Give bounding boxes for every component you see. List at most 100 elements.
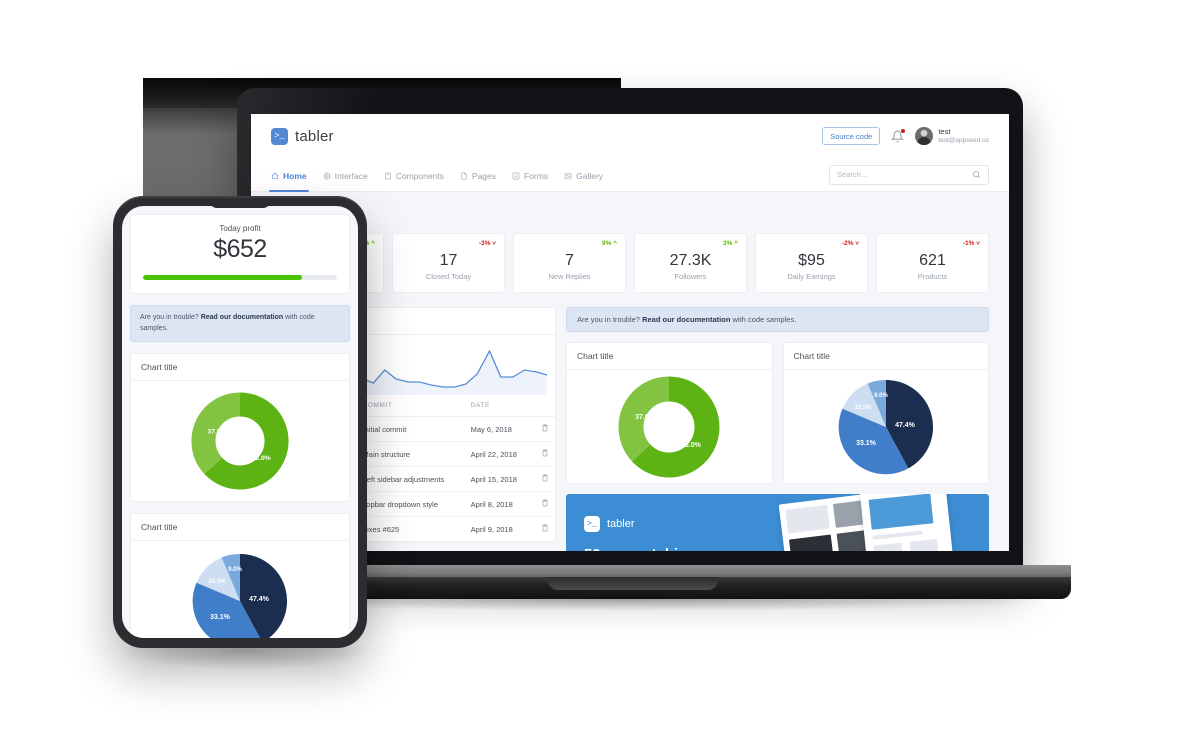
bell-icon[interactable] <box>891 128 906 143</box>
stat-label: Daily Earnings <box>787 272 836 282</box>
search-icon <box>973 171 981 179</box>
brand-label: tabler <box>295 127 334 145</box>
stat-change: -1% ˅ <box>962 240 980 247</box>
nav-item-forms[interactable]: Forms <box>512 158 548 191</box>
col-commit: COMMIT <box>356 395 465 417</box>
phone-pie-chart-svg: 47.4% 33.1% 10.5% 9.0% <box>192 553 288 638</box>
promo-banner[interactable]: >_ tabler 50 eye-catching <box>566 494 989 551</box>
stat-card[interactable]: -1% ˅ 621 Products <box>876 233 989 293</box>
stat-change: 3% ^ <box>722 240 738 247</box>
nav-item-components[interactable]: Components <box>384 158 444 191</box>
stat-card[interactable]: 9% ^ 7 New Replies <box>513 233 626 293</box>
stat-value: $95 <box>798 251 825 269</box>
screenshot-stage: >_ tabler Source code test test@appseed.… <box>0 0 1200 750</box>
copy-icon[interactable] <box>531 416 555 442</box>
brand[interactable]: >_ tabler <box>271 127 334 145</box>
col-date: DATE <box>464 395 532 417</box>
profit-value: $652 <box>213 235 267 263</box>
cell-date: April 15, 2018 <box>464 466 532 492</box>
nav-item-interface[interactable]: Interface <box>323 158 368 191</box>
pie-label-3: 10.5% <box>208 579 226 585</box>
laptop-notch <box>548 577 718 590</box>
stat-value: 7 <box>565 251 574 269</box>
alert-tail: with code samples. <box>732 315 797 324</box>
terminal-icon: >_ <box>271 127 288 145</box>
cell-date: April 9, 2018 <box>464 516 532 542</box>
nav-item-pages[interactable]: Pages <box>460 158 496 191</box>
nav-tabs-list: Home Interface Components Pages Forms Ga… <box>269 158 603 192</box>
stat-change: -3% ˅ <box>478 240 496 247</box>
search-input[interactable]: Search… <box>829 164 989 185</box>
alert-link[interactable]: Read our documentation <box>201 314 283 321</box>
nav-item-label: Pages <box>471 170 497 181</box>
stat-card[interactable]: 3% ^ 27.3K Followers <box>634 233 747 293</box>
progress-bar <box>143 275 337 280</box>
donut-label-minor: 37.0% <box>635 414 656 421</box>
nav-item-label: Interface <box>334 170 368 181</box>
col-actions <box>531 395 555 417</box>
stat-value: 17 <box>439 251 458 269</box>
search-placeholder: Search… <box>837 170 869 179</box>
pie-label-1: 47.4% <box>895 422 916 429</box>
phone-donut-chart: 63.0% 37.0% <box>131 381 349 501</box>
profit-label: Today profit <box>219 224 261 233</box>
stat-card[interactable]: -2% ˅ $95 Daily Earnings <box>755 233 868 293</box>
notification-dot <box>900 128 906 133</box>
phone-donut-chart-card: Chart title 63.0% 37.0% <box>130 353 350 502</box>
stat-change: -2% ˅ <box>841 240 859 247</box>
cell-date: April 8, 2018 <box>464 491 532 517</box>
alert-lead: Are you in trouble? <box>577 315 640 324</box>
chart-cards-row: Chart title 63.0% 37.0% Chart title 47.4… <box>566 342 989 484</box>
stat-change: 9% ^ <box>601 240 617 247</box>
nav-tabs: Home Interface Components Pages Forms Ga… <box>251 158 1009 192</box>
nav-item-gallery[interactable]: Gallery <box>564 158 603 191</box>
copy-icon[interactable] <box>531 466 555 492</box>
stat-value: 27.3K <box>669 251 712 269</box>
stat-label: Followers <box>674 272 707 282</box>
nav-item-label: Components <box>395 170 444 181</box>
cell-date: April 22, 2018 <box>464 441 532 467</box>
cell-commit: Initial commit <box>356 416 465 442</box>
user-name: test <box>938 126 951 136</box>
stat-label: Closed Today <box>425 272 472 282</box>
alert-link[interactable]: Read our documentation <box>642 315 730 324</box>
card-title: Chart title <box>131 514 349 541</box>
copy-icon[interactable] <box>531 441 555 467</box>
pie-label-1: 47.4% <box>249 596 270 603</box>
copy-icon[interactable] <box>531 491 555 517</box>
navbar: >_ tabler Source code test test@appseed.… <box>251 114 1009 158</box>
phone-screen: Today profit $652 Are you in trouble? Re… <box>122 206 358 638</box>
documentation-alert: Are you in trouble? Read our documentati… <box>566 307 989 332</box>
card-title: Chart title <box>131 354 349 381</box>
phone-pie-chart-card: Chart title 47.4% 33.1% 10.5% 9.0% <box>130 513 350 638</box>
progress-bar-fill <box>143 275 303 280</box>
source-code-button[interactable]: Source code <box>822 127 881 145</box>
promo-title: 50 eye-catching <box>584 546 697 551</box>
pie-label-4: 9.0% <box>228 567 242 573</box>
phone-documentation-alert: Are you in trouble? Read our documentati… <box>130 305 350 342</box>
cell-commit: Fixes #625 <box>356 516 465 542</box>
stat-label: New Replies <box>548 272 591 282</box>
pie-label-2: 33.1% <box>856 440 877 447</box>
nav-item-home[interactable]: Home <box>269 158 309 192</box>
pie-label-2: 33.1% <box>210 614 231 621</box>
donut-label-major: 63.0% <box>681 442 702 449</box>
copy-icon[interactable] <box>531 516 555 542</box>
terminal-icon: >_ <box>584 516 600 532</box>
phone-pie-chart: 47.4% 33.1% 10.5% 9.0% <box>131 541 349 638</box>
card-title: Chart title <box>567 343 772 370</box>
promo-brand: >_ tabler <box>584 516 635 532</box>
cell-commit: Topbar dropdown style <box>356 491 465 517</box>
stat-card[interactable]: -3% ˅ 17 Closed Today <box>392 233 505 293</box>
stat-label: Products <box>917 272 948 282</box>
navbar-right: Source code test test@appseed.us <box>822 127 989 145</box>
charts-column: Are you in trouble? Read our documentati… <box>566 307 989 551</box>
pie-label-4: 9.0% <box>874 393 888 399</box>
nav-item-label: Gallery <box>576 170 604 181</box>
nav-item-label: Forms <box>524 170 549 181</box>
user-menu[interactable]: test test@appseed.us <box>915 127 989 145</box>
dashboard-columns: Development Activity Commits <box>271 307 989 551</box>
promo-brand-label: tabler <box>607 518 635 530</box>
cell-commit: Main structure <box>356 441 465 467</box>
donut-label-major: 63.0% <box>252 455 271 462</box>
